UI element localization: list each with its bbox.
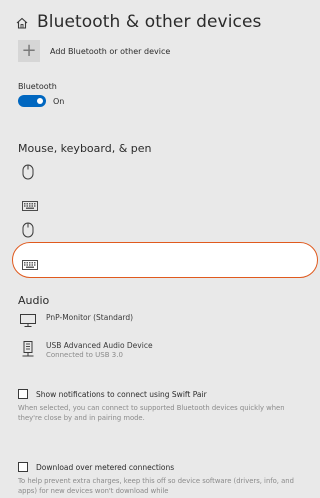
settings-page: Bluetooth & other devices + Add Bluetoot… [0, 0, 318, 498]
highlighted-device-row[interactable] [12, 242, 318, 278]
usb-audio-icon [20, 341, 36, 363]
add-device-label: Add Bluetooth or other device [50, 46, 171, 56]
home-icon[interactable] [15, 15, 29, 29]
mouse-icon[interactable] [22, 222, 34, 242]
swift-pair-description: When selected, you can connect to suppor… [18, 404, 285, 422]
swift-pair-option: Show notifications to connect using Swif… [18, 389, 207, 399]
metered-option: Download over metered connections [18, 462, 174, 472]
toggle-knob [37, 98, 43, 104]
swift-pair-checkbox[interactable] [18, 389, 28, 399]
section-title-audio: Audio [18, 294, 50, 307]
keyboard-icon[interactable] [22, 255, 38, 274]
monitor-icon [20, 313, 36, 332]
mouse-icon[interactable] [22, 164, 34, 184]
section-title-mouse-keyboard-pen: Mouse, keyboard, & pen [18, 142, 152, 155]
plus-icon: + [18, 40, 40, 62]
audio-device-name: USB Advanced Audio Device [46, 341, 153, 350]
metered-description: To help prevent extra charges, keep this… [18, 477, 294, 495]
bluetooth-toggle-state: On [53, 96, 65, 106]
page-title: Bluetooth & other devices [37, 12, 262, 32]
page-header: Bluetooth & other devices [15, 10, 261, 34]
bluetooth-label: Bluetooth [18, 82, 57, 91]
swift-pair-label: Show notifications to connect using Swif… [36, 389, 207, 399]
add-device-button[interactable]: + Add Bluetooth or other device [18, 40, 170, 62]
audio-device-text: USB Advanced Audio Device Connected to U… [46, 341, 153, 359]
keyboard-icon[interactable] [22, 196, 38, 215]
audio-device-usb[interactable]: USB Advanced Audio Device Connected to U… [20, 341, 153, 363]
audio-device-text: PnP-Monitor (Standard) [46, 313, 133, 322]
audio-device-monitor[interactable]: PnP-Monitor (Standard) [20, 313, 133, 332]
bluetooth-toggle[interactable] [18, 95, 46, 107]
audio-device-status: Connected to USB 3.0 [46, 351, 123, 359]
bluetooth-toggle-row: On [18, 95, 64, 107]
metered-label: Download over metered connections [36, 462, 175, 472]
audio-device-name: PnP-Monitor (Standard) [46, 313, 134, 322]
metered-checkbox[interactable] [18, 462, 28, 472]
